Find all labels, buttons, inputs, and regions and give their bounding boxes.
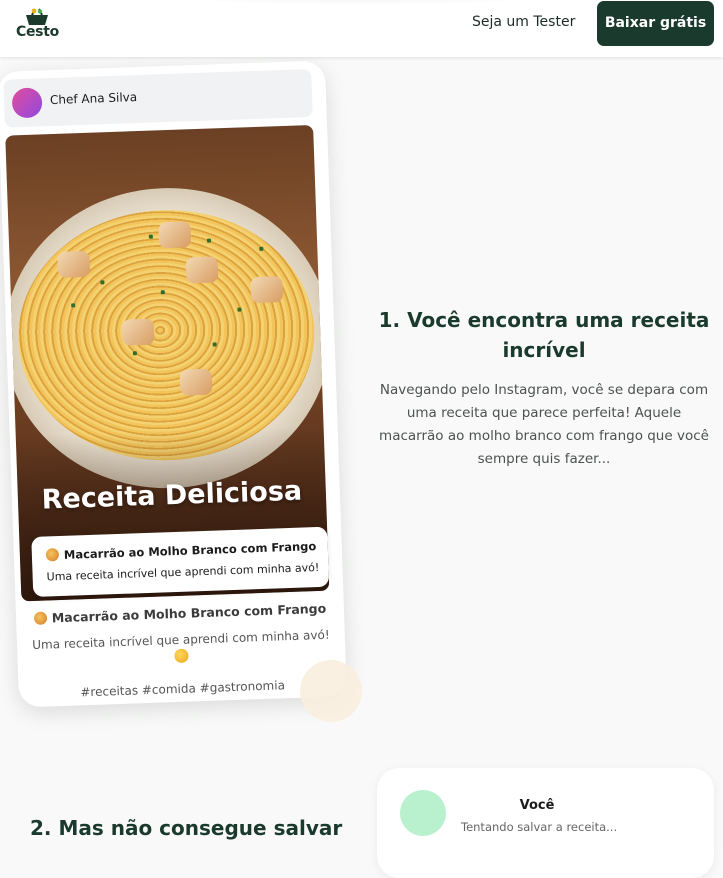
- avatar: [11, 87, 43, 119]
- herb: [160, 290, 165, 295]
- chicken-piece: [185, 256, 219, 284]
- herb: [206, 238, 212, 243]
- post-caption-title: Macarrão ao Molho Branco com Frango: [16, 600, 344, 626]
- chat-user-name: Você: [519, 798, 555, 813]
- step-1-title: 1. Você encontra uma receita incrível: [378, 308, 710, 362]
- herb: [71, 303, 76, 308]
- download-button[interactable]: Baixar grátis: [597, 1, 714, 46]
- decorative-circle: [300, 660, 362, 722]
- chicken-piece: [250, 276, 284, 304]
- pasta-emoji-icon: [33, 611, 48, 625]
- herb: [237, 307, 242, 312]
- herb: [132, 351, 137, 356]
- smile-emoji-icon: [174, 648, 189, 664]
- photo-caption-card: Macarrão ao Molho Branco com Frango Uma …: [31, 526, 330, 597]
- chicken-piece: [57, 250, 91, 278]
- herb: [148, 234, 153, 239]
- herb: [100, 280, 105, 285]
- header-shadow-decoration: [150, 0, 570, 6]
- profile-name: Chef Ana Silva: [49, 90, 138, 108]
- post-caption: Macarrão ao Molho Branco com Frango Uma …: [16, 600, 347, 701]
- caption-card-title: Macarrão ao Molho Branco com Frango: [45, 539, 317, 562]
- chicken-piece: [179, 368, 213, 396]
- chat-status: Tentando salvar a receita...: [461, 820, 618, 834]
- step-2-title: 2. Mas não consegue salvar: [30, 816, 343, 840]
- chat-card: Você Tentando salvar a receita...: [377, 768, 714, 878]
- chicken-piece: [121, 318, 155, 346]
- avatar: [400, 790, 446, 836]
- cesto-logo[interactable]: Cesto: [15, 5, 61, 41]
- pasta-emoji-icon: [45, 548, 60, 562]
- chicken-piece: [158, 221, 192, 249]
- top-header: Cesto Seja um Tester Baixar grátis: [0, 0, 723, 57]
- step-1-body: Navegando pelo Instagram, você se depara…: [379, 382, 709, 467]
- herb: [212, 342, 217, 347]
- tester-link[interactable]: Seja um Tester: [472, 14, 575, 30]
- herb: [259, 246, 264, 251]
- step-1-section: 1. Você encontra uma receita incrível Na…: [375, 305, 713, 471]
- profile-bar: Chef Ana Silva: [3, 68, 313, 128]
- logo-text: Cesto: [16, 24, 59, 40]
- instagram-post-card: Chef Ana Silva Receita Deliciosa Macarrã…: [0, 60, 347, 708]
- caption-card-description: Uma receita incrível que aprendi com min…: [46, 560, 320, 584]
- post-hashtags: #receitas #comida #gastronomia: [80, 678, 286, 700]
- post-caption-description: Uma receita incrível que aprendi com min…: [17, 625, 346, 673]
